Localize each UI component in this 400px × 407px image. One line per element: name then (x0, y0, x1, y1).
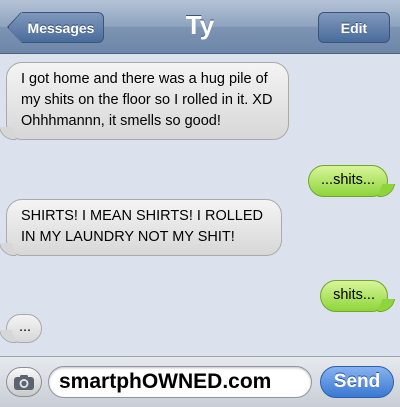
sent-message[interactable]: ...shits... (308, 165, 396, 197)
send-button-label: Send (333, 371, 381, 392)
received-message[interactable]: ... (0, 314, 43, 343)
send-button[interactable]: Send (320, 366, 394, 398)
message-input[interactable]: smartphOWNED.com (48, 366, 312, 398)
bubble-tail (377, 184, 396, 197)
bubble-tail (377, 299, 396, 312)
message-composer: smartphOWNED.com Send (0, 356, 400, 407)
sent-message[interactable]: shits... (320, 280, 396, 312)
message-text: SHIRTS! I MEAN SHIRTS! I ROLLED IN MY LA… (21, 208, 263, 245)
camera-button[interactable] (6, 367, 42, 397)
back-to-messages-button[interactable]: Messages (8, 12, 104, 43)
edit-button-label: Edit (340, 19, 368, 36)
message-text: I got home and there was a hug pile of m… (21, 71, 273, 129)
bubble-tail (0, 330, 17, 343)
camera-icon (14, 374, 34, 390)
edit-button[interactable]: Edit (318, 12, 390, 43)
conversation-title: Ty (185, 10, 215, 40)
back-button-label: Messages (27, 19, 95, 36)
message-text: shits... (333, 287, 375, 303)
message-text: ... (19, 319, 32, 335)
bubble-tail (0, 243, 17, 256)
received-message[interactable]: SHIRTS! I MEAN SHIRTS! I ROLLED IN MY LA… (0, 199, 282, 256)
received-message[interactable]: I got home and there was a hug pile of m… (0, 62, 289, 140)
message-text: ...shits... (321, 172, 375, 188)
navigation-bar: Messages Ty Edit (0, 0, 400, 54)
message-thread[interactable]: I got home and there was a hug pile of m… (0, 54, 400, 354)
bubble-tail (0, 127, 17, 140)
